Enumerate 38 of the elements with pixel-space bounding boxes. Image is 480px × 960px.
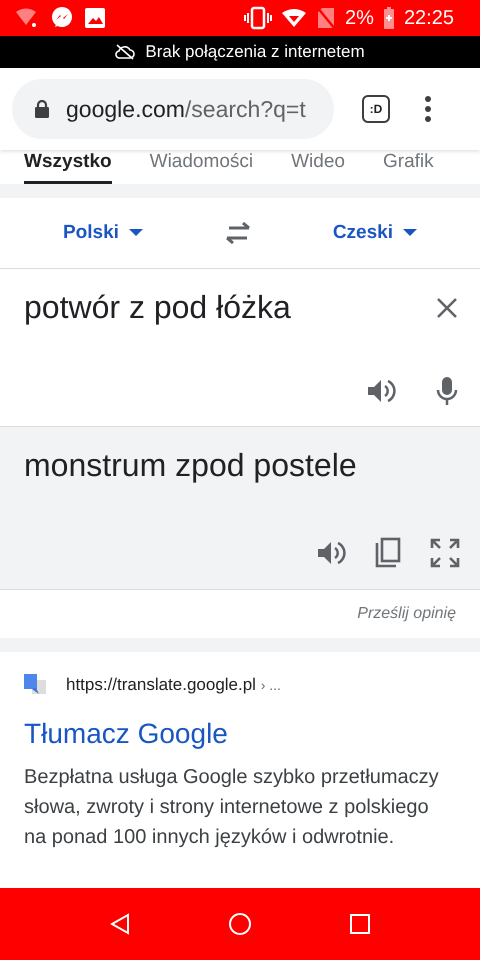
recents-icon[interactable] <box>349 913 372 935</box>
speaker-icon[interactable] <box>316 540 346 566</box>
back-icon[interactable] <box>108 913 131 935</box>
battery-charging-icon <box>382 6 395 30</box>
no-sim-icon <box>316 6 336 30</box>
tab-switcher-button[interactable]: :D <box>362 95 390 123</box>
clock-time: 22:25 <box>404 6 454 30</box>
caret-icon <box>128 229 143 237</box>
wifi-icon <box>281 8 308 28</box>
source-text[interactable]: potwór z pod łóżka <box>24 289 291 326</box>
more-menu-icon[interactable] <box>424 96 432 122</box>
image-icon <box>84 7 106 29</box>
battery-percent: 2% <box>345 6 374 30</box>
feedback-link[interactable]: Prześlij opinię <box>357 605 456 623</box>
url-text: google.com/search?q=t <box>66 96 306 122</box>
result-title-link[interactable]: Tłumacz Google <box>24 718 456 750</box>
search-tab[interactable]: Grafik <box>382 151 434 184</box>
source-language-button[interactable]: Polski <box>56 221 149 245</box>
messenger-icon <box>50 6 74 30</box>
fullscreen-icon[interactable] <box>430 538 460 568</box>
offline-message: Brak połączenia z internetem <box>145 42 365 62</box>
lock-icon <box>34 99 50 119</box>
search-tab[interactable]: Wiadomości <box>150 151 254 184</box>
translation-text: monstrum zpod postele <box>24 447 358 484</box>
search-tab[interactable]: Wideo <box>291 151 345 184</box>
caret-icon <box>403 229 418 237</box>
microphone-icon[interactable] <box>436 376 458 406</box>
speaker-icon[interactable] <box>366 378 396 404</box>
copy-icon[interactable] <box>374 537 402 569</box>
home-icon[interactable] <box>228 912 252 936</box>
result-snippet: Bezpłatna usługa Google szybko przetłumaczy słowa, zwroty i strony internetowe z polskiego na ponad 100 innych języków i odwrotnie. <box>24 765 440 850</box>
target-language-button[interactable]: Czeski <box>326 221 424 245</box>
cloud-off-icon <box>115 44 136 60</box>
translate-favicon-icon <box>24 674 46 696</box>
address-bar[interactable]: google.com/search?q=t <box>12 79 334 139</box>
close-icon[interactable] <box>436 296 458 318</box>
vibrate-icon <box>244 6 272 30</box>
result-url[interactable]: https://translate.google.pl › ... <box>66 675 281 695</box>
